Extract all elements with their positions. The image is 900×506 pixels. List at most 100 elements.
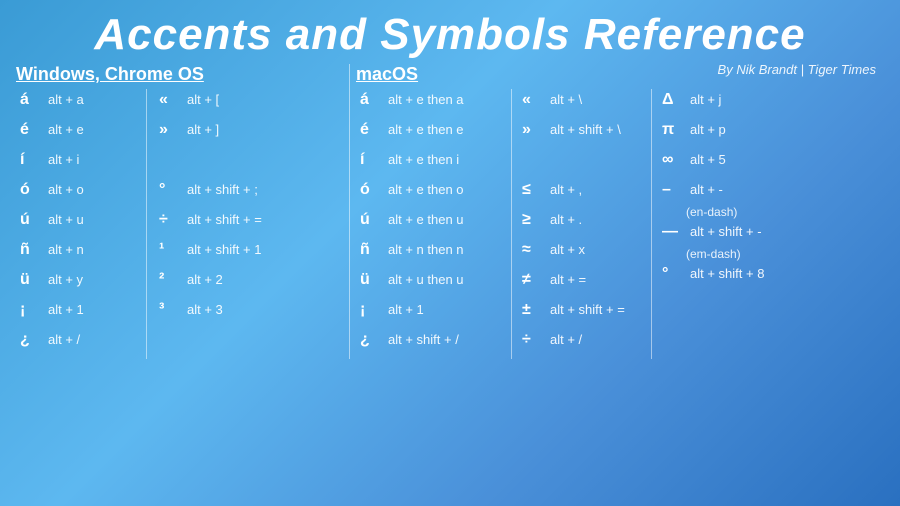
symbol: ú [20,211,44,229]
table-row: ² alt + 2 [155,269,296,299]
shortcut: alt + , [550,182,582,197]
symbol: ² [159,271,183,289]
title: Accents and Symbols Reference [0,0,900,64]
shortcut: alt + shift + 1 [187,242,261,257]
shortcut: alt + shift + 8 [690,266,764,281]
shortcut: alt + u then u [388,272,464,287]
table-row: óalt + o [16,179,146,209]
table-row: Δalt + j [658,89,796,119]
symbol: ÷ [522,331,546,349]
table-row: ± alt + shift + = [518,299,651,329]
table-row: ≈ alt + x [518,239,651,269]
table-row: ñalt + n then n [356,239,511,269]
symbol: ≤ [522,181,546,199]
symbol: ó [20,181,44,199]
symbol: π [662,121,686,139]
shortcut: alt + shift + = [550,302,625,317]
shortcut: alt + 1 [388,302,424,317]
symbol: í [360,151,384,169]
table-row: °alt + shift + 8 [658,263,796,293]
windows-col1: áalt + a é alt + e íalt + ióalt + o ú alt + u… [16,89,146,359]
shortcut-sub: (en-dash) [658,205,796,219]
shortcut: alt + p [690,122,726,137]
symbol: ≈ [522,241,546,259]
symbol: é [20,121,44,139]
shortcut: alt + ] [187,122,219,137]
table-row: á alt + e then a [356,89,511,119]
table-row: íalt + i [16,149,146,179]
symbol: ñ [20,241,44,259]
symbol: á [360,91,384,109]
table-row: ≠alt + = [518,269,651,299]
table-row: »alt + shift + \ [518,119,651,149]
symbol: ∞ [662,151,686,169]
symbol: ≠ [522,271,546,289]
shortcut: alt + n [48,242,84,257]
symbol: ÷ [159,211,183,229]
table-row: » alt + ] [155,119,296,149]
shortcut: alt + 1 [48,302,84,317]
table-row: ñ alt + n [16,239,146,269]
table-row: ¿ alt + / [16,329,146,359]
table-row: ü alt + u then u [356,269,511,299]
table-row: ° alt + shift + ; [155,179,296,209]
table-row: « alt + \ [518,89,651,119]
symbol: ú [360,211,384,229]
symbol: ¿ [20,331,44,349]
mac-col3: Δalt + jπalt + p∞alt + 5–alt + -(en-dash… [651,89,796,359]
symbol: é [360,121,384,139]
shortcut: alt + / [48,332,80,347]
mac-col2: «alt + \»alt + shift + \≤alt + ,≥alt + .… [511,89,651,359]
table-row: π alt + p [658,119,796,149]
symbol: ¡ [360,301,384,319]
shortcut: alt + e then o [388,182,464,197]
table-row: ÷ alt + shift + = [155,209,296,239]
shortcut: alt + [ [187,92,219,107]
shortcut: alt + e then i [388,152,459,167]
symbol: « [522,91,546,109]
shortcut: alt + / [550,332,582,347]
shortcut: alt + a [48,92,84,107]
table-row: ³ alt + 3 [155,299,296,329]
symbol: ü [360,271,384,289]
shortcut: alt + 5 [690,152,726,167]
shortcut: alt + e then e [388,122,464,137]
symbol: ³ [159,301,183,319]
windows-col2: «alt + [»alt + ]°alt + shift + ;÷alt + s… [146,89,296,359]
shortcut: alt + e then a [388,92,464,107]
table-row: ≤ alt + , [518,179,651,209]
shortcut: alt + j [690,92,721,107]
shortcut: alt + u [48,212,84,227]
symbol: » [159,121,183,139]
table-row: í alt + e then i [356,149,511,179]
shortcut: alt + \ [550,92,582,107]
table-row: ÷ alt + / [518,329,651,359]
shortcut: alt + 2 [187,272,223,287]
table-row: ú alt + u [16,209,146,239]
table-row: úalt + e then u [356,209,511,239]
table-row: üalt + y [16,269,146,299]
table-row: ¹alt + shift + 1 [155,239,296,269]
table-row: ¿alt + shift + / [356,329,511,359]
shortcut: alt + shift + \ [550,122,621,137]
shortcut: alt + 3 [187,302,223,317]
symbol: ° [159,181,183,199]
table-row: óalt + e then o [356,179,511,209]
table-row: ¡ alt + 1 [356,299,511,329]
table-row: áalt + a [16,89,146,119]
shortcut: alt + . [550,212,582,227]
shortcut: alt + shift + ; [187,182,258,197]
shortcut: alt + x [550,242,585,257]
symbol: ± [522,301,546,319]
table-row [155,149,296,179]
shortcut: alt + shift + = [187,212,262,227]
symbol: Δ [662,91,686,109]
symbol: — [662,223,686,241]
table-row: é alt + e [16,119,146,149]
shortcut: alt + e [48,122,84,137]
shortcut-sub: (em-dash) [658,247,796,261]
symbol: ü [20,271,44,289]
shortcut: alt + n then n [388,242,464,257]
table-row [518,149,651,179]
mac-col1: á alt + e then a é alt + e then e í alt + e t… [356,89,511,359]
